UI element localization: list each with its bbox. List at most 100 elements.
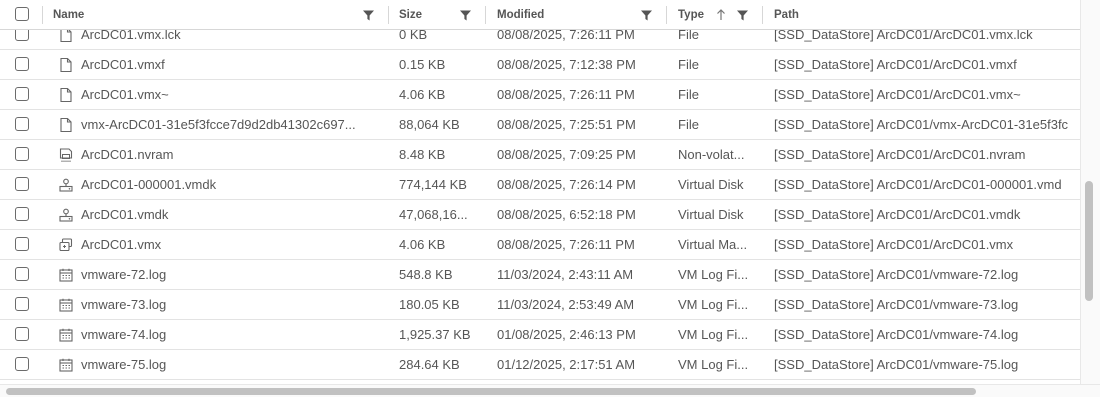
file-size: 284.64 KB xyxy=(399,357,460,372)
filter-icon[interactable] xyxy=(737,10,748,21)
column-separator xyxy=(762,6,763,24)
file-type: File xyxy=(678,87,699,102)
column-header-name[interactable]: Name xyxy=(53,0,84,29)
file-name[interactable]: vmware-72.log xyxy=(81,260,381,289)
file-type: VM Log Fi... xyxy=(678,357,749,372)
file-name[interactable]: ArcDC01.vmx xyxy=(81,230,381,259)
file-type: VM Log Fi... xyxy=(678,297,749,312)
file-name[interactable]: vmx-ArcDC01-31e5f3fcce7d9d2db41302c697..… xyxy=(81,110,381,139)
table-row[interactable]: ArcDC01.vmx 4.06 KB 08/08/2025, 7:26:11 PM… xyxy=(0,230,1080,260)
vertical-scrollbar[interactable] xyxy=(1080,0,1100,384)
log-file-icon xyxy=(59,358,73,372)
select-all-checkbox[interactable] xyxy=(15,7,29,21)
file-type: VM Log Fi... xyxy=(678,267,749,282)
log-file-icon xyxy=(59,298,73,312)
file-type: Non-volat... xyxy=(678,147,745,162)
column-separator xyxy=(666,6,667,24)
table-row[interactable]: vmware-75.log 284.64 KB 01/12/2025, 2:17:5… xyxy=(0,350,1080,380)
log-file-icon xyxy=(59,328,73,342)
table-row[interactable]: ArcDC01.vmdk 47,068,16... 08/08/2025, 6:52… xyxy=(0,200,1080,230)
column-header-size[interactable]: Size xyxy=(399,0,422,29)
file-size: 180.05 KB xyxy=(399,297,460,312)
file-path: [SSD_DataStore] ArcDC01/ArcDC01.vmxf xyxy=(774,57,1017,72)
table-row[interactable]: ArcDC01.vmxf 0.15 KB 08/08/2025, 7:12:38 P… xyxy=(0,50,1080,80)
row-checkbox[interactable] xyxy=(15,117,29,131)
file-name[interactable]: ArcDC01.nvram xyxy=(81,140,381,169)
file-size: 4.06 KB xyxy=(399,87,446,102)
vertical-scrollbar-thumb[interactable] xyxy=(1085,181,1093,301)
file-name[interactable]: vmware-75.log xyxy=(81,350,381,379)
file-name[interactable]: vmware-73.log xyxy=(81,290,381,319)
grid-header: Name Size Modified Type Path xyxy=(0,0,1080,30)
file-size: 774,144 KB xyxy=(399,177,467,192)
filter-icon[interactable] xyxy=(641,10,652,21)
row-checkbox[interactable] xyxy=(15,177,29,191)
table-row[interactable]: ArcDC01.vmx~ 4.06 KB 08/08/2025, 7:26:11 P… xyxy=(0,80,1080,110)
row-checkbox[interactable] xyxy=(15,87,29,101)
file-path: [SSD_DataStore] ArcDC01/ArcDC01.vmx~ xyxy=(774,87,1021,102)
file-modified: 01/12/2025, 2:17:51 AM xyxy=(497,357,636,372)
file-path: [SSD_DataStore] ArcDC01/vmware-73.log xyxy=(774,297,1019,312)
file-size: 47,068,16... xyxy=(399,207,468,222)
row-checkbox[interactable] xyxy=(15,57,29,71)
file-path: [SSD_DataStore] ArcDC01/ArcDC01.nvram xyxy=(774,147,1026,162)
file-modified: 08/08/2025, 7:26:14 PM xyxy=(497,177,636,192)
file-icon xyxy=(60,57,72,73)
sort-ascending-icon[interactable] xyxy=(716,9,726,21)
file-modified: 11/03/2024, 2:43:11 AM xyxy=(497,267,634,282)
file-path: [SSD_DataStore] ArcDC01/ArcDC01.vmx xyxy=(774,237,1014,252)
file-modified: 08/08/2025, 6:52:18 PM xyxy=(497,207,636,222)
grid-body: ArcDC01.vmx.lck 0 KB 08/08/2025, 7:26:11 P… xyxy=(0,20,1080,384)
file-path: [SSD_DataStore] ArcDC01/vmware-72.log xyxy=(774,267,1019,282)
file-size: 8.48 KB xyxy=(399,147,446,162)
file-name[interactable]: vmware-74.log xyxy=(81,320,381,349)
virtual-disk-icon xyxy=(59,208,73,222)
row-checkbox[interactable] xyxy=(15,327,29,341)
file-name[interactable]: ArcDC01.vmxf xyxy=(81,50,381,79)
row-checkbox[interactable] xyxy=(15,297,29,311)
nvram-icon xyxy=(59,148,73,162)
file-type: Virtual Ma... xyxy=(678,237,748,252)
virtual-disk-icon xyxy=(59,178,73,192)
row-checkbox[interactable] xyxy=(15,237,29,251)
file-path: [SSD_DataStore] ArcDC01/vmx-ArcDC01-31e5… xyxy=(774,117,1069,132)
file-modified: 08/08/2025, 7:25:51 PM xyxy=(497,117,636,132)
file-type: VM Log Fi... xyxy=(678,327,749,342)
log-file-icon xyxy=(59,268,73,282)
file-size: 0.15 KB xyxy=(399,57,446,72)
horizontal-scrollbar-thumb[interactable] xyxy=(6,388,976,395)
table-row[interactable]: ArcDC01.nvram 8.48 KB 08/08/2025, 7:09:25 … xyxy=(0,140,1080,170)
table-row[interactable]: vmware-74.log 1,925.37 KB 01/08/2025, 2:46… xyxy=(0,320,1080,350)
row-checkbox[interactable] xyxy=(15,207,29,221)
file-name[interactable]: ArcDC01-000001.vmdk xyxy=(81,170,381,199)
file-path: [SSD_DataStore] ArcDC01/ArcDC01-000001.v… xyxy=(774,177,1062,192)
file-modified: 08/08/2025, 7:12:38 PM xyxy=(497,57,636,72)
file-size: 1,925.37 KB xyxy=(399,327,471,342)
file-icon xyxy=(60,117,72,133)
datastore-file-grid: ArcDC01.vmx.lck 0 KB 08/08/2025, 7:26:11 P… xyxy=(0,0,1080,384)
table-row[interactable]: vmware-72.log 548.8 KB 11/03/2024, 2:43:11… xyxy=(0,260,1080,290)
file-path: [SSD_DataStore] ArcDC01/vmware-75.log xyxy=(774,357,1019,372)
column-header-type[interactable]: Type xyxy=(678,0,704,29)
file-size: 548.8 KB xyxy=(399,267,453,282)
file-type: Virtual Disk xyxy=(678,207,744,222)
file-name[interactable]: ArcDC01.vmx~ xyxy=(81,80,381,109)
table-row[interactable]: ArcDC01-000001.vmdk 774,144 KB 08/08/2025,… xyxy=(0,170,1080,200)
file-size: 88,064 KB xyxy=(399,117,460,132)
row-checkbox[interactable] xyxy=(15,147,29,161)
filter-icon[interactable] xyxy=(460,10,471,21)
file-size: 4.06 KB xyxy=(399,237,446,252)
virtual-machine-icon xyxy=(59,238,73,252)
column-header-modified[interactable]: Modified xyxy=(497,0,544,29)
file-name[interactable]: ArcDC01.vmdk xyxy=(81,200,381,229)
row-checkbox[interactable] xyxy=(15,267,29,281)
file-modified: 08/08/2025, 7:26:11 PM xyxy=(497,237,635,252)
filter-icon[interactable] xyxy=(363,10,374,21)
horizontal-scrollbar[interactable] xyxy=(0,384,1100,397)
file-icon xyxy=(60,87,72,103)
row-checkbox[interactable] xyxy=(15,357,29,371)
column-header-path[interactable]: Path xyxy=(774,0,799,29)
table-row[interactable]: vmware-73.log 180.05 KB 11/03/2024, 2:53:4… xyxy=(0,290,1080,320)
file-modified: 01/08/2025, 2:46:13 PM xyxy=(497,327,636,342)
table-row[interactable]: vmx-ArcDC01-31e5f3fcce7d9d2db41302c697..… xyxy=(0,110,1080,140)
